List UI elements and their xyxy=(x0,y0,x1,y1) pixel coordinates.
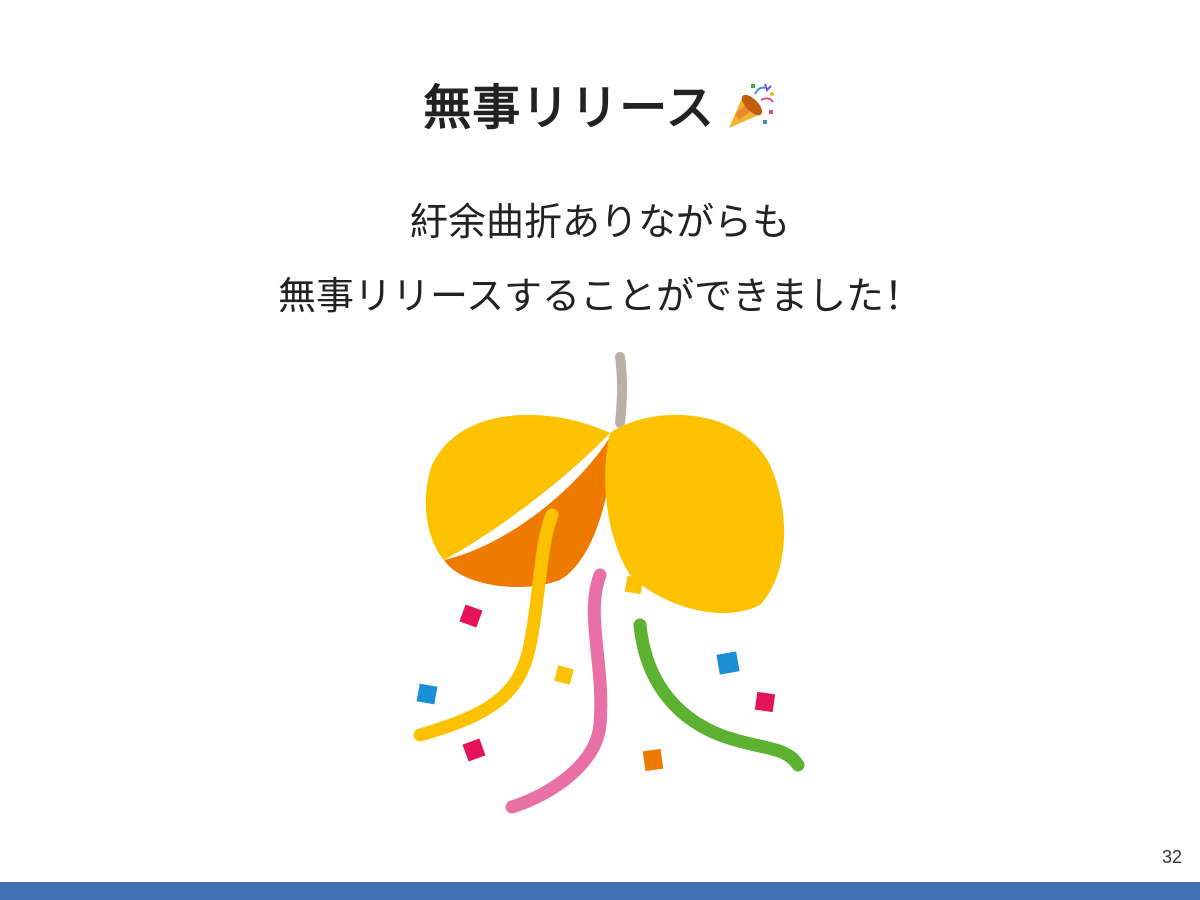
bottom-accent-bar xyxy=(0,882,1200,900)
page-number: 32 xyxy=(1161,847,1182,867)
confetti-piece xyxy=(754,691,776,713)
slide-title: 無事リリース xyxy=(423,80,715,136)
kusudama-string xyxy=(615,352,627,428)
party-popper-icon xyxy=(728,83,774,128)
slide: 無事リリース 紆余曲折ありながらも 無事リリースすることができました！ 32 xyxy=(0,0,1200,900)
confetti-piece xyxy=(462,738,486,762)
kusudama-illustration xyxy=(413,352,805,814)
confetti-piece xyxy=(459,604,483,628)
streamer-pink xyxy=(505,568,608,814)
message-line-1: 紆余曲折ありながらも xyxy=(409,200,790,244)
slide-title-row: 無事リリース xyxy=(0,72,1200,144)
message-line-2: 無事リリースすることができました！ xyxy=(277,274,923,318)
confetti-piece xyxy=(416,683,438,705)
confetti-piece xyxy=(554,665,574,685)
confetti-piece xyxy=(624,575,644,595)
confetti-piece xyxy=(642,748,664,772)
confetti-piece xyxy=(716,651,740,675)
